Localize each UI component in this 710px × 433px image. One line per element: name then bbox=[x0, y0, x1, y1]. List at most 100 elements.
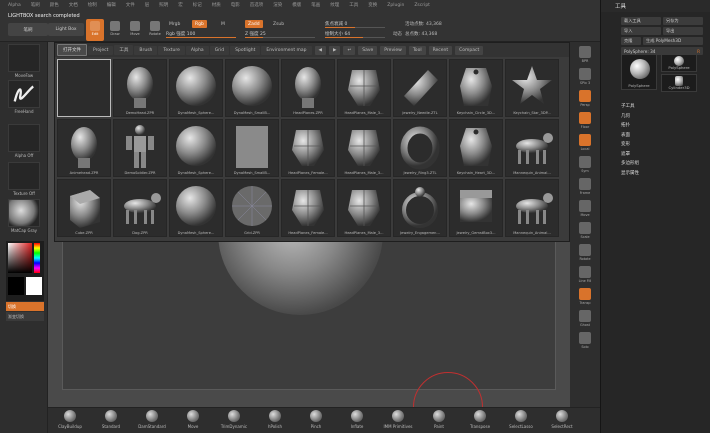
lightbox-item[interactable]: HeadPlanes_Male_3... bbox=[337, 119, 391, 177]
tool-subpalette[interactable]: 遮罩 bbox=[621, 151, 630, 157]
lightbox-item[interactable]: Grid.ZPR bbox=[225, 179, 279, 237]
menu-item[interactable]: 标记 bbox=[193, 2, 202, 8]
lightbox-item[interactable]: Animehead.ZPR bbox=[57, 119, 111, 177]
shelf-button[interactable]: Solo bbox=[573, 330, 597, 352]
brush-button[interactable]: Standard bbox=[89, 410, 133, 429]
lightbox-item[interactable]: DynaMesh_Sphere... bbox=[169, 59, 223, 117]
menu-item[interactable]: Alpha bbox=[8, 3, 21, 8]
lightbox-nav-button[interactable]: ↩ bbox=[343, 45, 356, 55]
brush-button[interactable]: DamStandard bbox=[130, 410, 174, 429]
menu-item[interactable]: 首选项 bbox=[250, 2, 264, 8]
lightbox-tab[interactable]: 打开文件 bbox=[57, 44, 87, 56]
lightbox-item[interactable]: Mannequin_Animal... bbox=[505, 119, 559, 177]
lightbox-tab[interactable]: Project bbox=[88, 45, 114, 55]
import-button[interactable]: 导入 bbox=[621, 27, 661, 35]
lightbox-item[interactable]: Mannequin_Animal... bbox=[505, 179, 559, 237]
menu-item[interactable]: 纹理 bbox=[330, 2, 339, 8]
lightbox-item[interactable]: DynaMesh_Sphere... bbox=[169, 119, 223, 177]
focal-shift-slider[interactable]: 焦点衰减 0 bbox=[325, 20, 385, 28]
lightbox-item[interactable]: HeadPlanes_Male_3... bbox=[337, 59, 391, 117]
menu-item[interactable]: 文档 bbox=[69, 2, 78, 8]
lightbox-item[interactable]: HeadPlanes_Female... bbox=[281, 119, 335, 177]
lightbox-nav-button[interactable]: ◀ bbox=[314, 45, 326, 55]
lightbox-nav-button[interactable]: ▶ bbox=[329, 45, 341, 55]
make-polymesh-button[interactable]: 生成 PolyMesh3D bbox=[643, 37, 703, 45]
menu-item[interactable]: 电影 bbox=[231, 2, 240, 8]
texture-slot[interactable]: Texture Off bbox=[8, 162, 40, 196]
lightbox-tab[interactable]: Spotlight bbox=[230, 45, 261, 55]
export-button[interactable]: 导出 bbox=[663, 27, 703, 35]
dynamic-toggle[interactable]: 动态 bbox=[390, 30, 405, 38]
lightbox-item[interactable]: HeadPlanes.ZPR bbox=[281, 59, 335, 117]
color-picker[interactable] bbox=[6, 241, 44, 301]
brush-button[interactable]: ClayBuildup bbox=[48, 410, 92, 429]
shelf-button[interactable]: Ghost bbox=[573, 308, 597, 330]
lightbox-item[interactable]: HeadPlanes_Male_3... bbox=[337, 179, 391, 237]
move-tool-button[interactable]: Move bbox=[126, 19, 144, 41]
swap-color-button[interactable]: 切换 bbox=[6, 302, 44, 311]
lightbox-tab[interactable]: 工具 bbox=[114, 45, 134, 55]
lightbox-control-button[interactable]: Tool bbox=[408, 45, 426, 55]
shelf-button[interactable]: Transp bbox=[573, 286, 597, 308]
tool-subpalette[interactable]: 拓扑 bbox=[621, 122, 630, 128]
m-toggle[interactable]: M bbox=[218, 20, 228, 28]
rgb-intensity-slider[interactable]: Rgb 强度 100 bbox=[166, 30, 236, 38]
menu-item[interactable]: 模版 bbox=[292, 2, 301, 8]
lightbox-item[interactable]: DynaMesh_SmallB... bbox=[225, 119, 279, 177]
zsub-toggle[interactable]: Zsub bbox=[270, 20, 287, 28]
menu-item[interactable]: 材质 bbox=[212, 2, 221, 8]
lightbox-tab[interactable]: Alpha bbox=[185, 45, 209, 55]
clone-button[interactable]: 克隆 bbox=[621, 37, 641, 45]
lightbox-control-button[interactable]: Compact bbox=[455, 45, 484, 55]
tool-subpalette[interactable]: 几何 bbox=[621, 113, 630, 119]
brush-button[interactable]: Transpose bbox=[458, 410, 502, 429]
save-as-button[interactable]: 另存为 bbox=[663, 17, 703, 25]
shelf-button[interactable]: SPix 3 bbox=[573, 66, 597, 88]
tool-thumb-cylinder[interactable]: Cylinder3D bbox=[661, 74, 697, 92]
lightbox-item[interactable]: Keychain_Circle_3D... bbox=[449, 59, 503, 117]
lightbox-item[interactable]: Dog.ZPR bbox=[113, 179, 167, 237]
menu-item[interactable]: 层 bbox=[145, 2, 150, 8]
quicksave-button[interactable]: Light Box bbox=[48, 23, 84, 36]
menu-item[interactable]: 照明 bbox=[159, 2, 168, 8]
menu-item[interactable]: 编辑 bbox=[107, 2, 116, 8]
load-tool-button[interactable]: 载入工具 bbox=[621, 17, 661, 25]
zadd-toggle[interactable]: Zadd bbox=[245, 20, 263, 28]
mrgb-toggle[interactable]: Mrgb bbox=[166, 20, 183, 28]
brush-button[interactable]: SelectLasso bbox=[499, 410, 543, 429]
stroke-slot[interactable]: FreeHand bbox=[8, 80, 40, 114]
rgb-toggle[interactable]: Rgb bbox=[192, 20, 207, 28]
edit-tool-button[interactable]: Edit bbox=[86, 19, 104, 41]
lightbox-item[interactable]: Jewelry_GemstBox3... bbox=[449, 179, 503, 237]
lightbox-item[interactable] bbox=[57, 59, 111, 117]
alpha-slot[interactable]: Alpha Off bbox=[8, 124, 40, 158]
draw-tool-button[interactable]: Draw bbox=[106, 19, 124, 41]
tool-subpalette[interactable]: 变形 bbox=[621, 141, 630, 147]
menu-item[interactable]: 宏 bbox=[178, 2, 183, 8]
shelf-button[interactable]: Sym bbox=[573, 154, 597, 176]
lightbox-item[interactable]: DemoHead.ZPR bbox=[113, 59, 167, 117]
tool-subpalette[interactable]: 子工具 bbox=[621, 103, 635, 109]
brush-button[interactable]: Move bbox=[171, 410, 215, 429]
lightbox-tab[interactable]: Texture bbox=[158, 45, 185, 55]
menu-item[interactable]: 渲染 bbox=[273, 2, 282, 8]
lightbox-control-button[interactable]: Save bbox=[358, 45, 378, 55]
lightbox-item[interactable]: Jewelry_Engagemen... bbox=[393, 179, 447, 237]
menu-item[interactable]: 变换 bbox=[368, 2, 377, 8]
lightbox-item[interactable]: Jewelry_Ring3.ZTL bbox=[393, 119, 447, 177]
lightbox-item[interactable]: Keychain_Star_3DP... bbox=[505, 59, 559, 117]
shelf-button[interactable]: Line Fill bbox=[573, 264, 597, 286]
lightbox-item[interactable]: HeadPlanes_Female... bbox=[281, 179, 335, 237]
brush-slot[interactable]: MoveFaw bbox=[8, 44, 40, 78]
brush-button[interactable]: Paint bbox=[417, 410, 461, 429]
menu-item[interactable]: 工具 bbox=[349, 2, 358, 8]
gradient-toggle[interactable]: 渐变切换 bbox=[6, 312, 44, 321]
tool-thumb-polysphere[interactable]: PolySphere bbox=[621, 54, 657, 90]
menu-item[interactable]: 颜色 bbox=[50, 2, 59, 8]
lightbox-item[interactable]: Jewelry_Needle.ZTL bbox=[393, 59, 447, 117]
r-toggle[interactable]: R bbox=[697, 49, 700, 54]
shelf-button[interactable]: Persp bbox=[573, 88, 597, 110]
menu-item[interactable]: 笔刷 bbox=[31, 2, 40, 8]
tool-thumb-polysphere-small[interactable]: PolySphere bbox=[661, 54, 697, 72]
shelf-button[interactable]: BPR bbox=[573, 44, 597, 66]
